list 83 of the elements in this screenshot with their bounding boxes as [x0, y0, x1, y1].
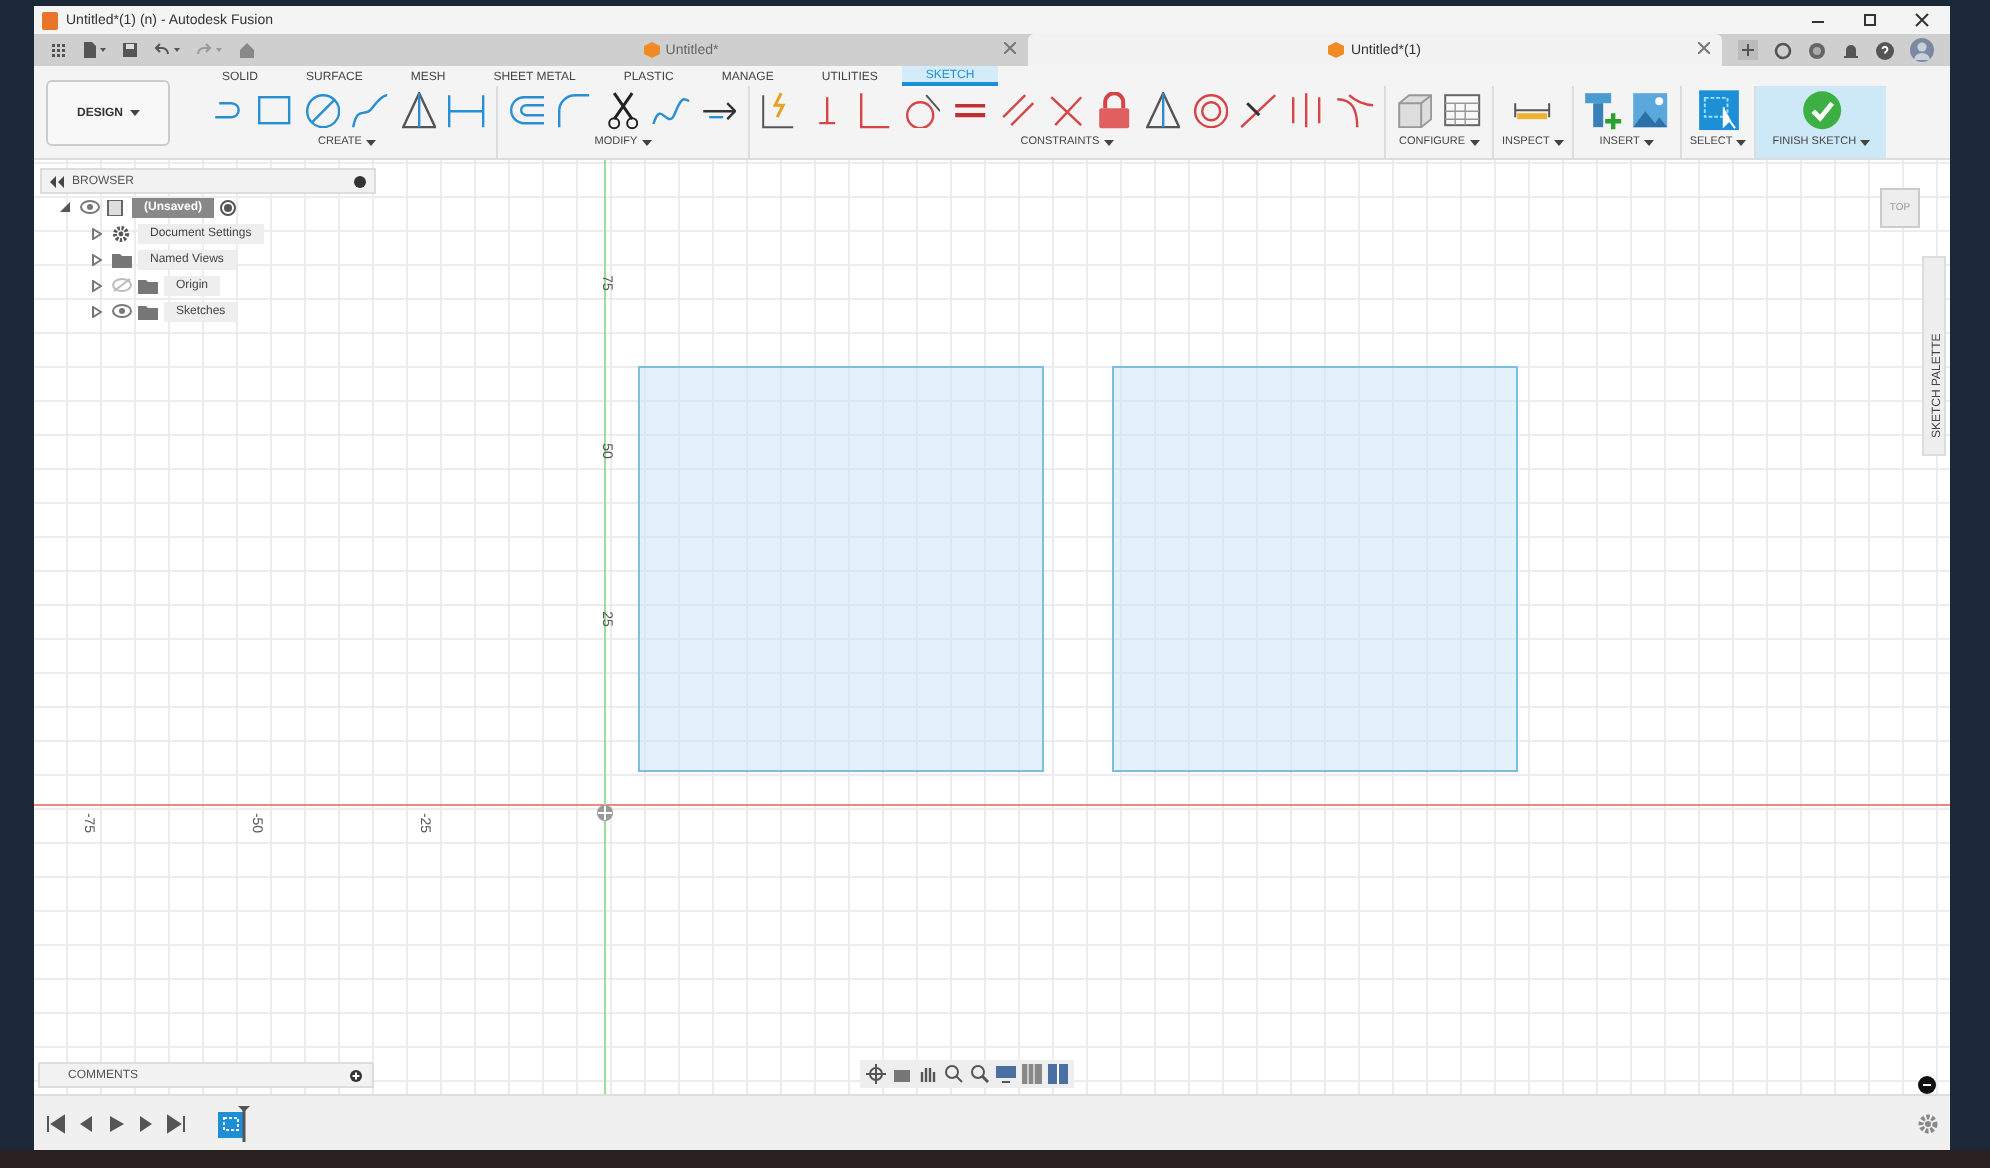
close-tab-icon[interactable] — [1698, 42, 1710, 54]
file-icon[interactable] — [82, 42, 106, 58]
sync-icon[interactable] — [1774, 41, 1792, 59]
help-icon[interactable] — [1876, 41, 1894, 59]
first-frame-icon[interactable] — [46, 1113, 66, 1133]
expand-toggle[interactable] — [92, 227, 106, 239]
offset-icon[interactable] — [509, 96, 545, 126]
rectangle-icon[interactable] — [258, 96, 292, 126]
eye-icon[interactable] — [80, 200, 100, 214]
dimension-icon[interactable] — [448, 93, 486, 129]
equal-icon[interactable] — [954, 104, 988, 118]
app-logo-icon — [42, 11, 58, 29]
eye-icon[interactable] — [112, 304, 132, 318]
concentric-circles-icon[interactable] — [1193, 93, 1229, 129]
notification-bell-icon[interactable] — [1842, 41, 1860, 59]
select-icon[interactable] — [1697, 88, 1740, 134]
jobs-icon[interactable] — [1808, 41, 1826, 59]
last-frame-icon[interactable] — [166, 1113, 186, 1133]
image-icon[interactable] — [1632, 92, 1669, 130]
new-tab-icon[interactable] — [1738, 40, 1758, 60]
previous-icon[interactable] — [76, 1113, 96, 1133]
coincident-icon[interactable] — [817, 96, 837, 126]
line-icon[interactable] — [214, 102, 240, 120]
curvature-icon[interactable] — [1335, 93, 1375, 129]
caret-icon — [1103, 139, 1114, 145]
orbit-icon[interactable] — [866, 1064, 886, 1084]
next-icon[interactable] — [136, 1113, 156, 1133]
collapse-icon[interactable] — [50, 175, 64, 187]
save-icon[interactable] — [122, 42, 138, 58]
circle-icon[interactable] — [305, 93, 341, 129]
timeline-sketch-icon[interactable] — [218, 1105, 250, 1141]
grid-menu-icon[interactable] — [50, 42, 66, 58]
close-icon[interactable] — [1914, 12, 1930, 28]
midpoint-icon[interactable] — [1240, 93, 1278, 129]
settings-icon[interactable] — [1918, 1113, 1938, 1133]
origin-icon — [596, 804, 614, 822]
expand-toggle[interactable] — [92, 279, 106, 291]
caret-icon — [1643, 139, 1654, 145]
caret-icon — [641, 139, 652, 145]
gear-icon — [112, 225, 132, 241]
triangle-icon[interactable] — [401, 92, 437, 130]
fillet-icon[interactable] — [558, 93, 592, 129]
caret-icon — [1553, 139, 1564, 145]
caret-icon — [1736, 139, 1747, 145]
cube-icon — [1328, 42, 1345, 58]
caret-icon — [129, 110, 139, 116]
viewports-icon[interactable] — [1048, 1064, 1068, 1084]
close-tab-icon[interactable] — [1004, 42, 1016, 54]
tangent-circle-icon[interactable] — [905, 93, 941, 129]
bolt-icon[interactable] — [1583, 91, 1622, 131]
table-icon[interactable] — [1444, 94, 1482, 128]
triangle-icon[interactable] — [1145, 92, 1181, 130]
expand-toggle[interactable] — [92, 305, 106, 317]
caret-icon — [1469, 139, 1479, 145]
zoom-icon[interactable] — [944, 1064, 964, 1084]
add-comment-icon[interactable] — [350, 1069, 362, 1081]
restore-icon[interactable] — [1862, 12, 1878, 28]
perpendicular-icon[interactable] — [859, 92, 891, 130]
check-icon[interactable] — [1801, 90, 1842, 132]
display-icon[interactable] — [996, 1064, 1016, 1084]
cross-icon[interactable] — [1050, 95, 1084, 127]
expand-toggle[interactable] — [92, 253, 106, 265]
ruler-icon[interactable] — [1514, 101, 1552, 121]
caret-icon — [365, 139, 376, 145]
active-radio-icon[interactable] — [220, 199, 237, 215]
cube-icon — [643, 42, 660, 58]
play-icon[interactable] — [106, 1113, 126, 1133]
zoom-window-icon[interactable] — [970, 1064, 990, 1084]
expand-toggle[interactable] — [60, 202, 74, 212]
caret-icon — [1860, 139, 1871, 145]
curve-icon[interactable] — [651, 97, 691, 125]
spline-icon[interactable] — [352, 93, 390, 129]
cube-icon[interactable] — [1397, 93, 1433, 129]
scissors-icon[interactable] — [607, 92, 639, 130]
undo-icon[interactable] — [154, 42, 180, 58]
document-icon — [106, 199, 126, 215]
parallel-icon[interactable] — [1002, 94, 1036, 128]
arrow-icon[interactable] — [701, 101, 737, 121]
pin-icon[interactable] — [354, 175, 366, 187]
project-icon[interactable] — [762, 92, 796, 130]
lock-icon[interactable] — [1098, 92, 1132, 130]
symmetry-icon[interactable] — [1292, 92, 1322, 130]
chat-icon[interactable] — [1918, 1076, 1936, 1094]
